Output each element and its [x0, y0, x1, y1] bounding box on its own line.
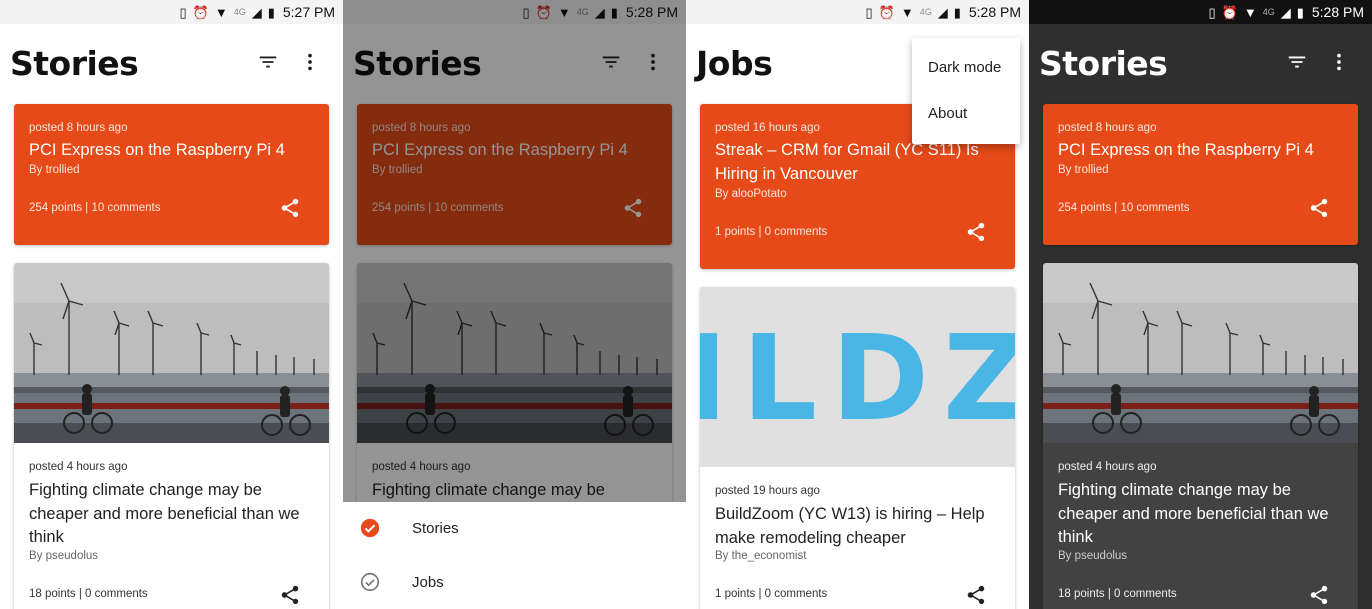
posted-time: posted 4 hours ago	[1058, 461, 1157, 473]
story-title: PCI Express on the Raspberry Pi 4	[1058, 141, 1314, 159]
phone-icon: ▯	[179, 4, 187, 20]
story-author: By trollied	[29, 164, 80, 176]
phone-icon: ▯	[865, 4, 873, 20]
story-meta: 254 points | 10 comments	[29, 202, 161, 214]
alarm-icon: ⏰	[1221, 4, 1238, 20]
posted-time: posted 4 hours ago	[29, 461, 128, 473]
story-title: PCI Express on the Raspberry Pi 4	[29, 141, 285, 159]
share-icon[interactable]	[279, 197, 301, 219]
screen-stories-light: ▯ ⏰ ▼ 4G ◢ ▮ 5:27 PM Stories posted 8 ho…	[0, 0, 343, 609]
network-type: 4G	[233, 6, 246, 17]
story-card[interactable]: posted 4 hours ago Fighting climate chan…	[14, 263, 329, 609]
page-title: Jobs	[696, 44, 773, 83]
share-icon[interactable]	[1308, 197, 1330, 219]
status-time: 5:28 PM	[1311, 4, 1364, 20]
battery-icon: ▮	[267, 4, 275, 20]
bottom-sheet: Stories Jobs	[343, 502, 686, 609]
story-card[interactable]: posted 4 hours ago Fighting climate chan…	[1043, 263, 1358, 609]
status-time: 5:28 PM	[968, 4, 1021, 20]
alarm-icon: ⏰	[192, 4, 209, 20]
filter-icon[interactable]	[1285, 50, 1309, 74]
job-author: By alooPotato	[715, 188, 787, 200]
sheet-item-label: Jobs	[412, 573, 444, 591]
sheet-item-stories[interactable]: Stories	[343, 502, 686, 554]
job-card[interactable]: ILDZ posted 19 hours ago BuildZoom (YC W…	[700, 287, 1015, 609]
story-card[interactable]: posted 8 hours ago PCI Express on the Ra…	[1043, 104, 1358, 245]
job-author: By the_economist	[715, 550, 807, 562]
overflow-menu: Dark mode About	[912, 38, 1020, 144]
page-title: Stories	[1039, 44, 1168, 83]
job-meta: 1 points | 0 comments	[715, 588, 828, 600]
check-circle-outline-icon	[360, 572, 380, 592]
menu-item-dark-mode[interactable]: Dark mode	[928, 59, 1001, 76]
posted-time: posted 16 hours ago	[715, 122, 820, 134]
check-circle-icon	[360, 518, 380, 538]
signal-icon: ◢	[1280, 4, 1291, 20]
signal-icon: ◢	[937, 4, 948, 20]
status-time: 5:27 PM	[282, 4, 335, 20]
company-logo-image: ILDZ	[700, 287, 1015, 467]
more-vert-icon[interactable]	[1327, 50, 1351, 74]
status-bar: ▯ ⏰ ▼ 4G ◢ ▮ 5:28 PM	[1029, 0, 1372, 24]
alarm-icon: ⏰	[878, 4, 895, 20]
posted-time: posted 8 hours ago	[1058, 122, 1157, 134]
battery-icon: ▮	[953, 4, 961, 20]
screen-stories-dark: ▯ ⏰ ▼ 4G ◢ ▮ 5:28 PM Stories posted 8 ho…	[1029, 0, 1372, 609]
screen-stories-filter-sheet: ▯ ⏰ ▼ 4G ◢ ▮ 5:28 PM Stories posted 8 ho…	[343, 0, 686, 609]
more-vert-icon[interactable]	[298, 50, 322, 74]
wifi-icon: ▼	[1243, 4, 1257, 20]
status-bar: ▯ ⏰ ▼ 4G ◢ ▮ 5:27 PM	[0, 0, 343, 24]
story-meta: 18 points | 0 comments	[29, 588, 148, 600]
story-author: By trollied	[1058, 164, 1109, 176]
sheet-item-jobs[interactable]: Jobs	[343, 556, 686, 608]
wifi-icon: ▼	[214, 4, 228, 20]
story-image	[1043, 263, 1358, 443]
wifi-icon: ▼	[900, 4, 914, 20]
menu-item-about[interactable]: About	[928, 105, 967, 122]
page-title: Stories	[10, 44, 139, 83]
story-title: Fighting climate change may be cheaper a…	[29, 481, 300, 546]
phone-icon: ▯	[1208, 4, 1216, 20]
posted-time: posted 19 hours ago	[715, 485, 820, 497]
story-title: Fighting climate change may be cheaper a…	[1058, 481, 1329, 546]
modal-scrim[interactable]	[343, 0, 686, 502]
filter-icon[interactable]	[256, 50, 280, 74]
app-bar: Stories	[0, 24, 343, 98]
job-title: BuildZoom (YC W13) is hiring – Help make…	[715, 505, 985, 547]
job-title: Streak – CRM for Gmail (YC S11) Is Hirin…	[715, 141, 979, 183]
share-icon[interactable]	[1308, 584, 1330, 606]
screen-jobs-menu: ▯ ⏰ ▼ 4G ◢ ▮ 5:28 PM Jobs posted 16 hour…	[686, 0, 1029, 609]
story-meta: 254 points | 10 comments	[1058, 202, 1190, 214]
logo-text: ILDZ	[700, 309, 1015, 447]
posted-time: posted 8 hours ago	[29, 122, 128, 134]
share-icon[interactable]	[279, 584, 301, 606]
battery-icon: ▮	[1296, 4, 1304, 20]
share-icon[interactable]	[965, 221, 987, 243]
share-icon[interactable]	[965, 584, 987, 606]
story-image	[14, 263, 329, 443]
status-bar: ▯ ⏰ ▼ 4G ◢ ▮ 5:28 PM	[686, 0, 1029, 24]
network-type: 4G	[1262, 6, 1275, 17]
network-type: 4G	[919, 6, 932, 17]
story-author: By pseudolus	[29, 550, 99, 562]
story-author: By pseudolus	[1058, 550, 1128, 562]
signal-icon: ◢	[251, 4, 262, 20]
sheet-item-label: Stories	[412, 519, 459, 537]
app-bar: Stories	[1029, 24, 1372, 98]
story-meta: 18 points | 0 comments	[1058, 588, 1177, 600]
story-card[interactable]: posted 8 hours ago PCI Express on the Ra…	[14, 104, 329, 245]
job-meta: 1 points | 0 comments	[715, 226, 828, 238]
